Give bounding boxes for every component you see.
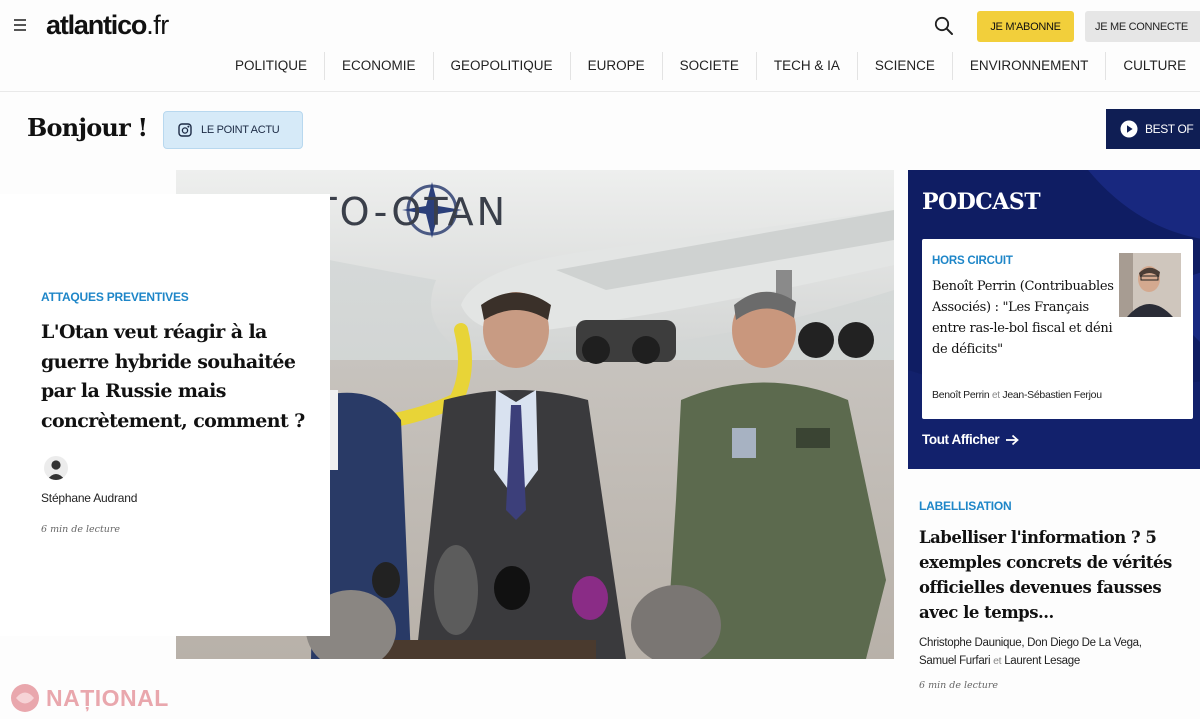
side-author-4[interactable]: Laurent Lesage xyxy=(1004,655,1080,667)
site-logo[interactable]: atlantico.fr xyxy=(46,10,169,41)
nav-item-science[interactable]: SCIENCE xyxy=(856,52,952,80)
podcast-show-all-link[interactable]: Tout Afficher xyxy=(922,432,1020,447)
nav-item-environnement[interactable]: ENVIRONNEMENT xyxy=(951,52,1106,80)
hero-article-card: ATTAQUES PREVENTIVES L'Otan veut réagir … xyxy=(0,194,330,636)
news-refresh-icon xyxy=(178,123,192,137)
side-article: LABELLISATION Labelliser l'information ?… xyxy=(919,499,1199,691)
podcast-author-1[interactable]: Benoît Perrin xyxy=(932,389,990,401)
best-of-label: BEST OF xyxy=(1145,122,1194,136)
nav-item-culture[interactable]: CULTURE xyxy=(1105,52,1200,80)
podcast-thumbnail[interactable] xyxy=(1119,253,1181,317)
podcast-kicker[interactable]: HORS CIRCUIT xyxy=(932,255,1013,267)
podcast-show-all-label: Tout Afficher xyxy=(922,432,1000,447)
logo-main: atlantico xyxy=(46,10,147,40)
podcast-headline[interactable]: Benoît Perrin (Contribuables Associés) :… xyxy=(932,276,1122,360)
point-actu-button[interactable]: LE POINT ACTU xyxy=(163,111,303,149)
nav-item-societe[interactable]: SOCIETE xyxy=(661,52,756,80)
side-kicker[interactable]: LABELLISATION xyxy=(919,499,1199,513)
side-author-3[interactable]: Samuel Furfari xyxy=(919,655,991,667)
arrow-right-icon xyxy=(1006,434,1020,445)
side-authors-line-1[interactable]: Christophe Daunique, Don Diego De La Veg… xyxy=(919,634,1199,652)
subscribe-button[interactable]: JE M'ABONNE xyxy=(977,11,1074,42)
best-of-button[interactable]: BEST OF xyxy=(1106,109,1200,149)
header-divider xyxy=(0,91,1200,92)
podcast-panel: PODCAST HORS CIRCUIT Benoît Perrin (Cont… xyxy=(908,170,1200,469)
point-actu-label: LE POINT ACTU xyxy=(201,124,280,136)
search-icon[interactable] xyxy=(934,16,954,36)
user-icon xyxy=(47,460,65,480)
hero-readtime: 6 min de lecture xyxy=(41,524,121,535)
nav-item-europe[interactable]: EUROPE xyxy=(569,52,662,80)
watermark: NAȚIONAL xyxy=(10,683,169,713)
hamburger-menu-icon[interactable] xyxy=(14,19,28,31)
hero-author[interactable]: Stéphane Audrand xyxy=(41,491,137,505)
author-avatar[interactable] xyxy=(44,456,68,480)
nav-item-economie[interactable]: ECONOMIE xyxy=(324,52,433,80)
watermark-text: NAȚIONAL xyxy=(46,684,169,711)
login-button[interactable]: JE ME CONNECTE xyxy=(1085,11,1200,42)
podcast-author-sep: et xyxy=(992,390,1000,401)
podcast-authors: Benoît Perrin et Jean-Sébastien Ferjou xyxy=(932,389,1102,401)
hero-kicker[interactable]: ATTAQUES PREVENTIVES xyxy=(41,290,189,304)
logo-tld: .fr xyxy=(146,10,169,40)
podcast-title: PODCAST xyxy=(922,189,1041,215)
podcast-author-2[interactable]: Jean-Sébastien Ferjou xyxy=(1002,389,1102,401)
podcast-episode-card[interactable]: HORS CIRCUIT Benoît Perrin (Contribuable… xyxy=(922,239,1193,419)
play-icon xyxy=(1120,120,1138,138)
national-logo-icon xyxy=(11,684,39,712)
hero-title[interactable]: L'Otan veut réagir à la guerre hybride s… xyxy=(41,318,321,436)
nav-item-politique[interactable]: POLITIQUE xyxy=(218,52,324,80)
nav-item-geopolitique[interactable]: GEOPOLITIQUE xyxy=(432,52,570,80)
nav-item-tech-ia[interactable]: TECH & IA xyxy=(755,52,857,80)
side-readtime: 6 min de lecture xyxy=(919,680,999,691)
side-author-sep: et xyxy=(993,655,1002,667)
top-bar: atlantico.fr JE M'ABONNE JE ME CONNECTE xyxy=(0,0,1200,52)
main-nav: POLITIQUE ECONOMIE GEOPOLITIQUE EUROPE S… xyxy=(218,52,1200,84)
side-title[interactable]: Labelliser l'information ? 5 exemples co… xyxy=(919,525,1199,625)
side-authors: Christophe Daunique, Don Diego De La Veg… xyxy=(919,634,1199,670)
greeting-heading: Bonjour ! xyxy=(27,113,148,142)
